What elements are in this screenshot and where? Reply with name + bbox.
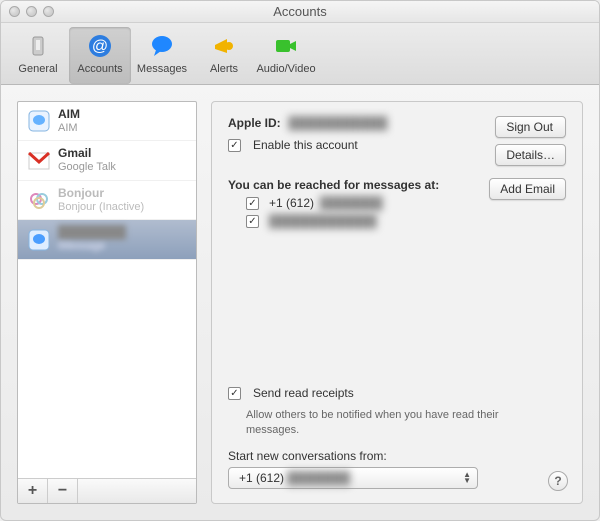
preferences-window: Accounts General @ Accounts Messages Alerts A… <box>0 0 600 521</box>
apple-id-label: Apple ID: <box>228 116 281 130</box>
toolbar-tab-audio-video[interactable]: Audio/Video <box>255 27 317 84</box>
account-name: Gmail <box>58 147 116 161</box>
account-name: ████████ <box>58 226 126 240</box>
toolbar-tab-label: Alerts <box>210 63 238 75</box>
add-email-button[interactable]: Add Email <box>489 178 566 200</box>
apple-id-value: ███████████ <box>289 116 388 130</box>
toolbar-tab-messages[interactable]: Messages <box>131 27 193 84</box>
start-from-value-prefix: +1 (612) <box>239 471 284 485</box>
read-receipts-label: Send read receipts <box>253 386 354 400</box>
account-item[interactable]: AIMAIM <box>18 102 196 141</box>
help-button[interactable]: ? <box>548 471 568 491</box>
reach-checkbox[interactable] <box>246 215 259 228</box>
reach-item: ████████████ <box>246 214 489 228</box>
toolbar-tab-accounts[interactable]: @ Accounts <box>69 27 131 84</box>
content-area: AIMAIMGmailGoogle TalkBonjourBonjour (In… <box>1 85 599 520</box>
read-receipts-subtext: Allow others to be notified when you hav… <box>246 408 546 437</box>
svg-text:@: @ <box>92 38 108 55</box>
select-stepper-icon: ▲▼ <box>463 472 471 484</box>
sidebar-footer: + − <box>18 478 196 503</box>
account-subtitle: AIM <box>58 122 80 135</box>
account-subtitle: Google Talk <box>58 161 116 174</box>
start-from-value-rest: ███████ <box>287 471 350 485</box>
reach-item: +1 (612) ███████ <box>246 196 489 210</box>
reach-value-rest: ████████████ <box>269 214 377 228</box>
toolbar-tab-label: Audio/Video <box>256 63 315 75</box>
account-item[interactable]: BonjourBonjour (Inactive) <box>18 181 196 220</box>
toolbar-tab-label: Messages <box>137 63 187 75</box>
toolbar-tab-label: General <box>18 63 57 75</box>
add-account-button[interactable]: + <box>18 479 48 503</box>
sign-out-button[interactable]: Sign Out <box>495 116 566 138</box>
account-detail-panel: Apple ID: ███████████ Enable this accoun… <box>211 101 583 504</box>
accounts-list: AIMAIMGmailGoogle TalkBonjourBonjour (In… <box>18 102 196 478</box>
reach-list: +1 (612)███████████████████ <box>228 196 489 228</box>
reach-heading: You can be reached for messages at: <box>228 178 489 192</box>
bonjour-icon <box>26 187 52 213</box>
account-subtitle: Bonjour (Inactive) <box>58 201 144 214</box>
reach-value-rest: ███████ <box>320 196 383 210</box>
enable-account-label: Enable this account <box>253 138 358 152</box>
account-item[interactable]: GmailGoogle Talk <box>18 141 196 180</box>
at-icon: @ <box>85 31 115 61</box>
toolbar: General @ Accounts Messages Alerts Audio/Vide… <box>1 23 599 85</box>
accounts-sidebar: AIMAIMGmailGoogle TalkBonjourBonjour (In… <box>17 101 197 504</box>
imessage-icon <box>26 227 52 253</box>
enable-account-checkbox[interactable] <box>228 139 241 152</box>
toolbar-tab-label: Accounts <box>77 63 122 75</box>
remove-account-button[interactable]: − <box>48 479 78 503</box>
account-item[interactable]: ████████iMessage <box>18 220 196 259</box>
reach-value-prefix: +1 (612) <box>269 196 314 210</box>
aim-icon <box>26 108 52 134</box>
window-title: Accounts <box>1 4 599 19</box>
account-name: AIM <box>58 108 80 122</box>
titlebar: Accounts <box>1 1 599 23</box>
start-from-label: Start new conversations from: <box>228 449 566 463</box>
megaphone-icon <box>209 31 239 61</box>
toolbar-tab-general[interactable]: General <box>7 27 69 84</box>
start-from-select[interactable]: +1 (612) ███████ ▲▼ <box>228 467 478 489</box>
gmail-icon <box>26 148 52 174</box>
read-receipts-checkbox[interactable] <box>228 387 241 400</box>
details-button[interactable]: Details… <box>495 144 566 166</box>
toolbar-tab-alerts[interactable]: Alerts <box>193 27 255 84</box>
bubble-icon <box>147 31 177 61</box>
reach-checkbox[interactable] <box>246 197 259 210</box>
account-name: Bonjour <box>58 187 144 201</box>
switch-icon <box>23 31 53 61</box>
camera-icon <box>271 31 301 61</box>
account-subtitle: iMessage <box>58 240 126 253</box>
